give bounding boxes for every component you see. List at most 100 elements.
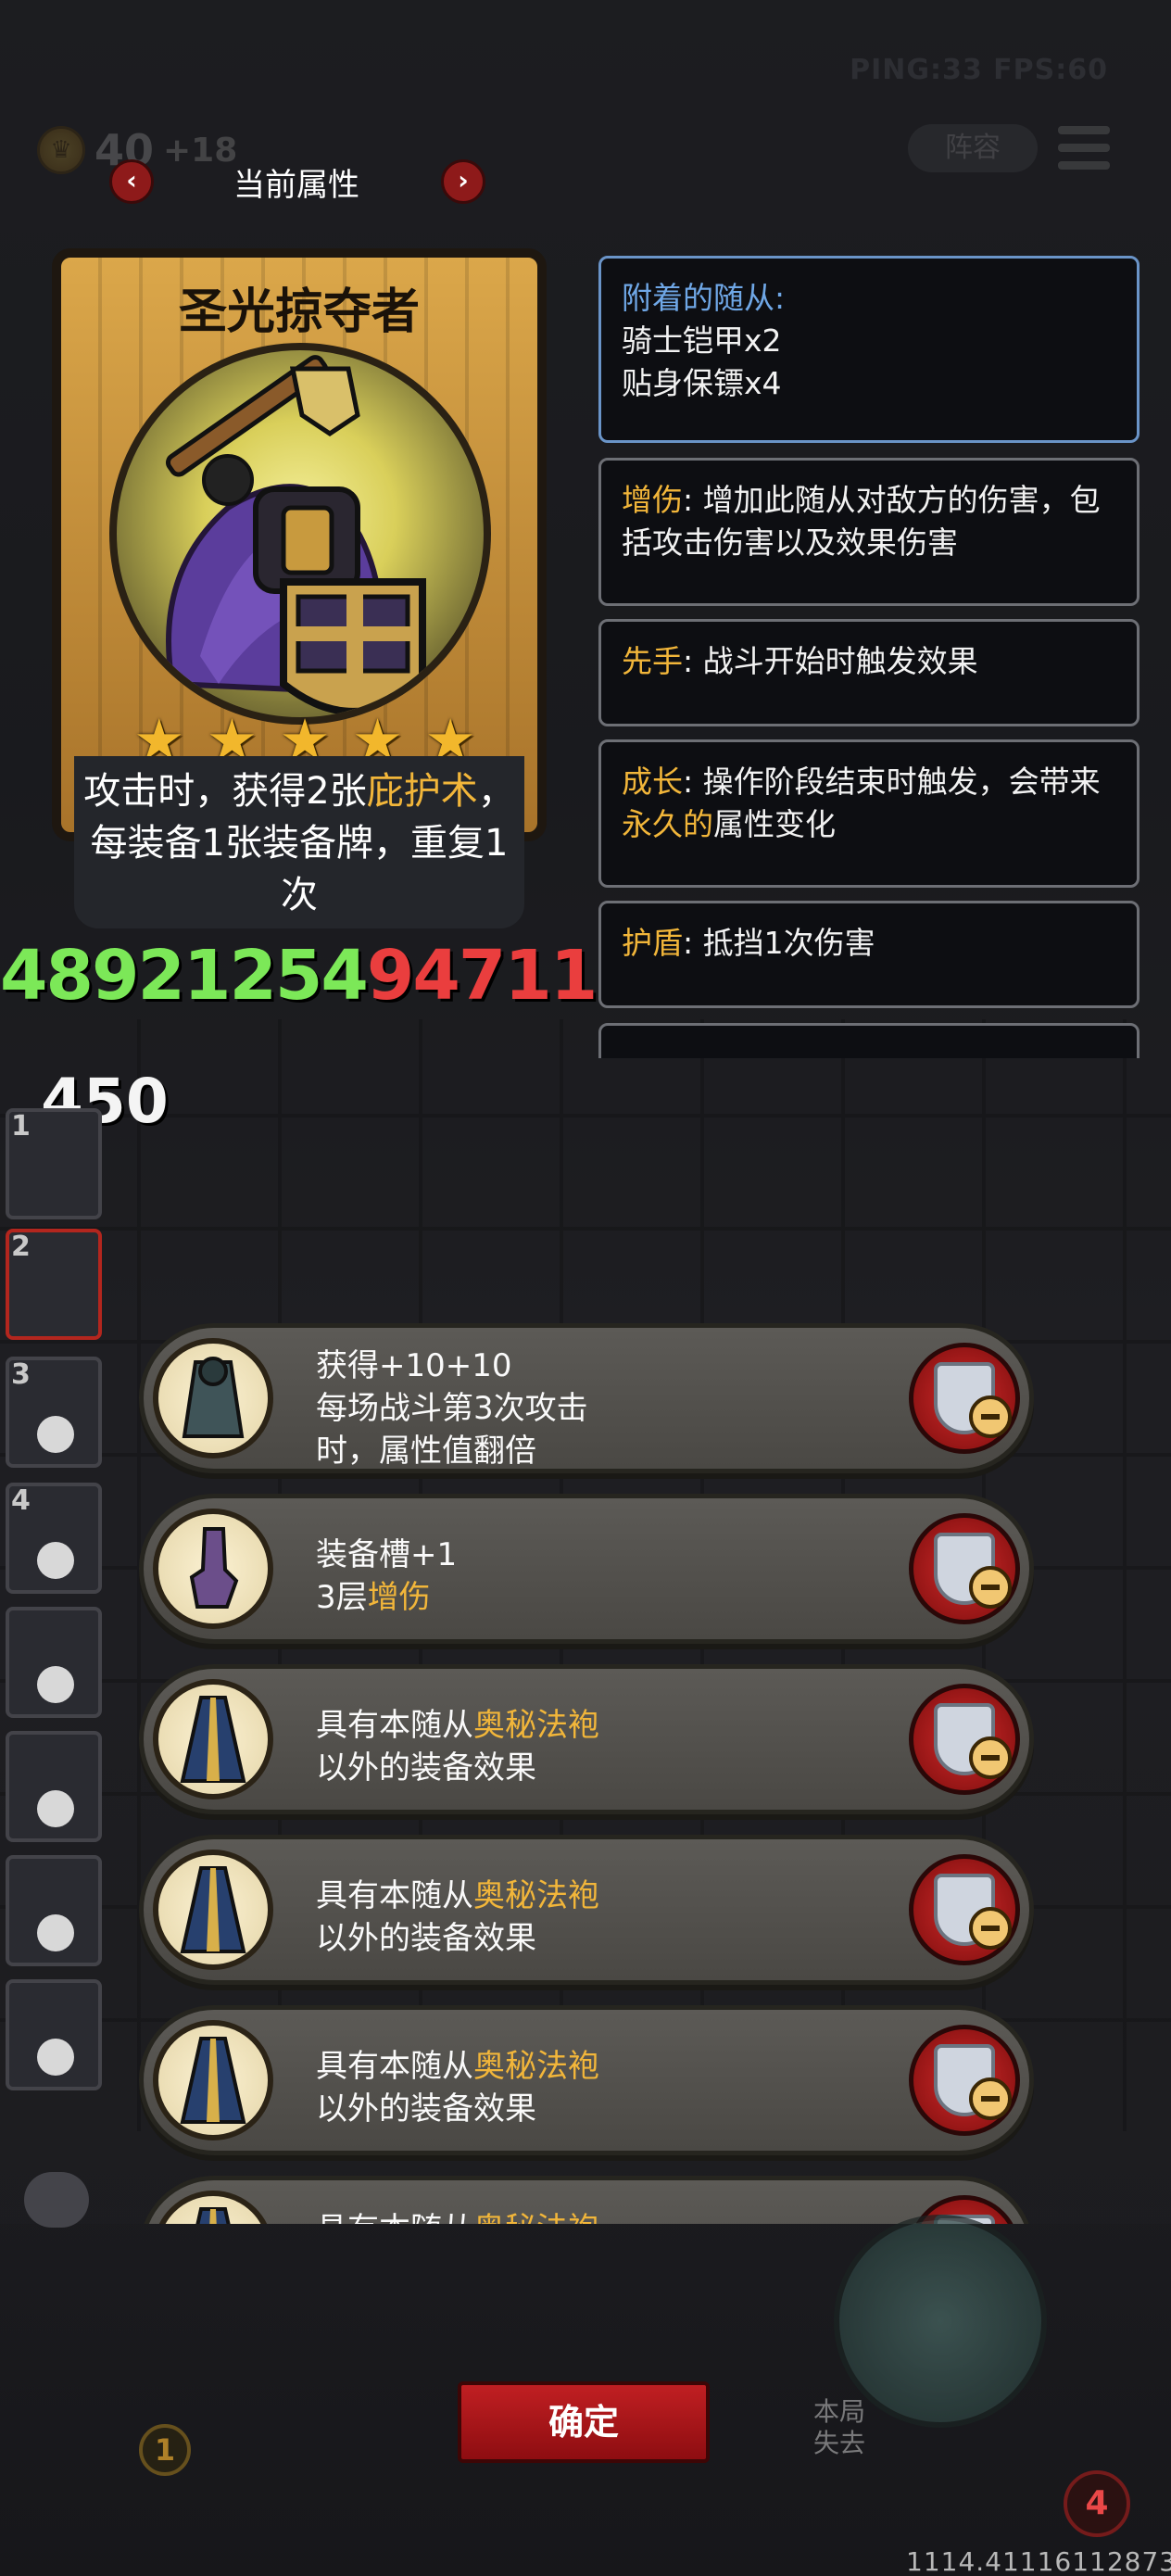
coordinate-readout: 1114.41116112873 xyxy=(906,2546,1171,2576)
bottom-note: 本局 失去 xyxy=(813,2396,865,2459)
effect-line: 具有本随从奥秘法袍 xyxy=(316,1875,872,1917)
keyword-shield-text: : 抵挡1次伤害 xyxy=(683,925,875,961)
keyword-grow-text: : 操作阶段结束时触发，会带来 xyxy=(683,764,1101,800)
remove-effect-button[interactable] xyxy=(909,1343,1020,1454)
bottom-note-line: 失去 xyxy=(813,2428,866,2458)
remove-effect-button[interactable] xyxy=(909,1513,1020,1624)
effect-line: 3层增伤 xyxy=(316,1576,872,1619)
effect-keyword: 奥秘法袍 xyxy=(473,2048,599,2085)
effect-line: 以外的装备效果 xyxy=(316,1749,536,1787)
cloak-figure-icon xyxy=(182,1357,245,1438)
unit-slot[interactable]: 1 xyxy=(6,1108,102,1219)
unit-stats: 489212549471128 xyxy=(0,934,689,1017)
effect-text: 获得+10+10 每场战斗第3次攻击 时，属性值翻倍 xyxy=(316,1345,872,1472)
hero-portrait[interactable] xyxy=(834,2215,1047,2428)
effect-line-text: 3层 xyxy=(316,1579,368,1616)
keyword-boost-text: : 增加此随从对敌方的伤害，包括攻击伤害以及效果伤害 xyxy=(622,482,1101,561)
arcane-robe-icon xyxy=(153,1850,273,1970)
skull-icon xyxy=(37,1542,74,1579)
effect-text: 具有本随从奥秘法袍 以外的装备效果 xyxy=(316,2045,872,2130)
effect-row[interactable]: 获得+10+10 每场战斗第3次攻击 时，属性值翻倍 xyxy=(139,1323,1034,1473)
skull-icon xyxy=(37,1914,74,1951)
unit-slot[interactable] xyxy=(6,1607,102,1718)
remove-effect-button[interactable] xyxy=(909,2025,1020,2136)
chevron-left-icon[interactable]: ‹ xyxy=(109,159,154,204)
unit-slot[interactable]: 4 xyxy=(6,1483,102,1594)
effect-line: 具有本随从奥秘法袍 xyxy=(316,1704,872,1747)
keyword-boost-box: 增伤: 增加此随从对敌方的伤害，包括攻击伤害以及效果伤害 xyxy=(598,458,1140,606)
arcane-robe-icon xyxy=(195,2207,231,2224)
gauntlet-icon xyxy=(153,1509,273,1629)
turn-badge: 1 xyxy=(139,2424,191,2476)
keyword-boost: 增伤 xyxy=(622,482,683,518)
effect-row[interactable]: 具有本随从奥秘法袍 以外的装备效果 xyxy=(139,2005,1034,2155)
effect-line: 时，属性值翻倍 xyxy=(316,1433,536,1470)
remove-effect-button[interactable] xyxy=(909,1684,1020,1795)
gauntlet-icon xyxy=(189,1527,239,1609)
minus-icon xyxy=(969,2077,1012,2120)
effect-line-text: 具有本随从 xyxy=(316,1707,473,1744)
effect-list[interactable]: 获得+10+10 每场战斗第3次攻击 时，属性值翻倍 装备槽+1 3层增伤 具有… xyxy=(139,1323,1043,2224)
arcane-robe-icon xyxy=(153,2020,273,2140)
slot-index: 4 xyxy=(11,1484,31,1517)
skull-icon xyxy=(37,1416,74,1453)
keyword-first-box: 先手: 战斗开始时触发效果 xyxy=(598,619,1140,726)
attack-value: 48921254 xyxy=(0,936,369,1016)
effect-text: 具有本随从奥秘法袍 以外的装备效果 xyxy=(316,1875,872,1960)
effect-line: 装备槽+1 xyxy=(316,1536,458,1573)
minus-icon xyxy=(969,1736,1012,1779)
keyword-grow: 成长 xyxy=(622,764,683,800)
keyword-shield: 护盾 xyxy=(622,925,683,961)
unit-slot[interactable] xyxy=(6,1979,102,2090)
effect-text: 具有本随从奥秘法袍 以外的装备效果 xyxy=(316,1704,872,1789)
arcane-robe-icon xyxy=(180,2037,246,2124)
keyword-grow-text: 属性变化 xyxy=(713,806,836,842)
slot-index: 1 xyxy=(11,1110,31,1143)
effect-text: 装备槽+1 3层增伤 xyxy=(316,1534,872,1619)
confirm-button[interactable]: 确定 xyxy=(458,2381,710,2463)
effect-line-text: 具有本随从 xyxy=(316,1877,473,1914)
skull-icon xyxy=(37,1790,74,1827)
minus-icon xyxy=(969,1395,1012,1438)
effect-row[interactable]: 具有本随从奥秘法袍 xyxy=(139,2176,1034,2224)
effect-keyword: 奥秘法袍 xyxy=(473,2211,599,2224)
effect-line: 具有本随从奥秘法袍 xyxy=(316,2208,872,2224)
keyword-first-text: : 战斗开始时触发效果 xyxy=(683,643,978,679)
effect-line: 获得+10+10 xyxy=(316,1347,512,1384)
keyword-permanent: 永久的 xyxy=(622,806,713,842)
card-name: 圣光掠夺者 xyxy=(178,284,420,340)
card-description: 攻击时，获得2张庇护术，每装备1张装备牌，重复1次 xyxy=(74,756,524,928)
minus-icon xyxy=(969,1907,1012,1950)
bottom-note-line: 本局 xyxy=(813,2396,866,2427)
effect-line-text: 具有本随从 xyxy=(316,2048,473,2085)
unit-slot[interactable] xyxy=(6,1855,102,1966)
attached-title: 附着的随从: xyxy=(622,280,786,316)
effect-row[interactable]: 具有本随从奥秘法袍 以外的装备效果 xyxy=(139,1664,1034,1814)
arcane-robe-icon xyxy=(180,1866,246,1953)
cloak-figure-icon xyxy=(153,1338,273,1458)
attributes-title: 当前属性 xyxy=(233,167,359,204)
effect-line: 每场战斗第3次攻击 xyxy=(316,1390,588,1427)
arcane-robe-icon xyxy=(153,1679,273,1799)
effect-row[interactable]: 具有本随从奥秘法袍 以外的装备效果 xyxy=(139,1835,1034,1985)
effect-row[interactable]: 装备槽+1 3层增伤 xyxy=(139,1494,1034,1644)
keyword-more-box xyxy=(598,1023,1140,1058)
arcane-robe-icon xyxy=(180,1696,246,1783)
attached-item: 骑士铠甲x2 xyxy=(622,322,782,359)
keyword-first: 先手 xyxy=(622,643,683,679)
effect-line: 以外的装备效果 xyxy=(316,1920,536,1957)
chevron-right-icon[interactable]: › xyxy=(441,159,485,204)
slot-index: 3 xyxy=(11,1358,31,1391)
arcane-robe-icon xyxy=(153,2191,273,2224)
keyword-grow-box: 成长: 操作阶段结束时触发，会带来永久的属性变化 xyxy=(598,739,1140,888)
unit-slot[interactable] xyxy=(6,1731,102,1842)
effect-keyword: 奥秘法袍 xyxy=(473,1707,599,1744)
remove-effect-button[interactable] xyxy=(909,1854,1020,1965)
skull-icon xyxy=(37,2039,74,2076)
effect-line: 具有本随从奥秘法袍 xyxy=(316,2045,872,2088)
unit-slot[interactable]: 2 xyxy=(6,1229,102,1340)
chat-icon[interactable] xyxy=(24,2172,89,2228)
unit-slot[interactable]: 3 xyxy=(6,1357,102,1468)
keyword-info-panel: 附着的随从: 骑士铠甲x2 贴身保镖x4 增伤: 增加此随从对敌方的伤害，包括攻… xyxy=(593,250,1143,1058)
lives-counter: 4 xyxy=(1064,2470,1130,2537)
